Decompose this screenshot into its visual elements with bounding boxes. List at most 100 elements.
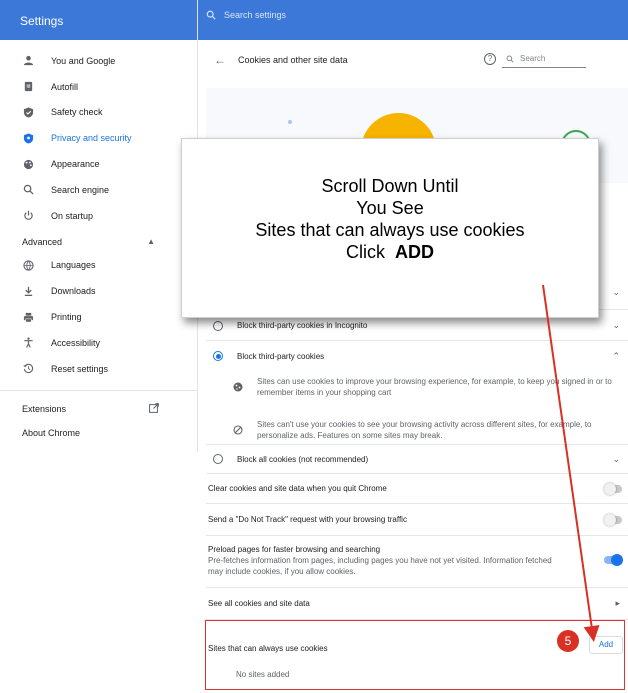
sidebar-item-extensions[interactable]: Extensions — [0, 397, 197, 421]
callout-line-4: Click ADD — [182, 241, 598, 263]
settings-search-placeholder: Search settings — [224, 10, 287, 20]
sidebar-item-label: Search engine — [51, 184, 110, 195]
sidebar-item-about-chrome[interactable]: About Chrome — [0, 421, 197, 445]
history-icon — [22, 363, 34, 375]
see-all-cookies-row[interactable]: See all cookies and site data ▸ — [206, 588, 628, 620]
back-arrow-icon[interactable]: ← — [214, 53, 226, 67]
sidebar-item-safety-check[interactable]: Safety check — [0, 100, 197, 126]
block-third-party-label: Block third-party cookies — [237, 351, 325, 361]
power-icon — [22, 210, 34, 222]
add-button[interactable]: Add — [589, 636, 623, 654]
allow-cookies-text: Sites can use cookies to improve your br… — [257, 377, 612, 397]
sidebar-item-label: Languages — [51, 260, 96, 271]
block-cookies-text: Sites can't use your cookies to see your… — [257, 420, 592, 440]
download-icon — [22, 285, 34, 297]
search-icon — [206, 10, 216, 20]
block-all-row[interactable]: Block all cookies (not recommended) ⌄ — [206, 444, 628, 474]
preload-row[interactable]: Preload pages for faster browsing and se… — [206, 536, 628, 588]
shield-check-icon — [22, 106, 34, 118]
cookie-icon — [233, 382, 243, 398]
callout-line-2: You See — [356, 198, 424, 218]
preload-title: Preload pages for faster browsing and se… — [208, 545, 381, 554]
sidebar-item-search-engine[interactable]: Search engine — [0, 177, 197, 203]
sidebar-item-appearance[interactable]: Appearance — [0, 151, 197, 177]
page-search-input[interactable]: Search — [502, 50, 586, 68]
settings-topbar: Search settings — [198, 0, 628, 40]
settings-sidebar: Settings You and Google Autofill Safety … — [0, 0, 198, 452]
sidebar-item-label: Privacy and security — [51, 133, 132, 144]
page-title: Cookies and other site data — [238, 55, 348, 65]
sidebar-item-label: Accessibility — [51, 337, 101, 348]
printer-icon — [22, 311, 34, 323]
preload-description: Pre-fetches information from pages, incl… — [208, 556, 552, 576]
sidebar-item-autofill[interactable]: Autofill — [0, 74, 197, 100]
block-third-party-radio[interactable] — [213, 351, 223, 361]
sidebar-item-downloads[interactable]: Downloads — [0, 278, 197, 304]
sidebar-item-printing[interactable]: Printing — [0, 304, 197, 330]
chevron-up-icon: ⌃ — [612, 350, 620, 361]
shield-icon — [22, 132, 34, 144]
callout-click-text: Click — [345, 242, 385, 262]
chevron-right-icon: ▸ — [615, 598, 620, 608]
clipboard-icon — [22, 81, 34, 93]
sidebar-item-accessibility[interactable]: Accessibility — [0, 330, 197, 356]
callout-add-text: ADD — [395, 242, 434, 262]
chevron-down-icon: ⌄ — [612, 287, 620, 297]
page-search-placeholder: Search — [520, 54, 546, 63]
block-incognito-label: Block third-party cookies in Incognito — [237, 321, 368, 330]
sidebar-divider — [0, 389, 197, 391]
search-icon — [22, 184, 34, 196]
sidebar-item-you-and-google[interactable]: You and Google — [0, 48, 197, 74]
sidebar-item-languages[interactable]: Languages — [0, 253, 197, 279]
page-header: ← Cookies and other site data ? Search — [206, 40, 628, 80]
do-not-track-toggle[interactable] — [604, 513, 622, 526]
block-incognito-radio[interactable] — [213, 320, 223, 331]
help-icon[interactable]: ? — [484, 53, 496, 65]
preload-toggle[interactable] — [604, 554, 623, 566]
illustration-dot — [288, 120, 292, 124]
instruction-callout: Scroll Down Until You See Sites that can… — [181, 138, 599, 318]
sidebar-advanced-toggle[interactable]: Advanced ▲ — [0, 231, 197, 253]
callout-line-3: Sites that can always use cookies — [255, 220, 525, 240]
see-all-cookies-label: See all cookies and site data — [208, 599, 310, 608]
clear-on-quit-toggle[interactable] — [604, 482, 622, 495]
sidebar-item-label: On startup — [51, 210, 94, 221]
person-icon — [22, 55, 34, 67]
globe-icon — [22, 259, 34, 271]
block-third-party-row[interactable]: Block third-party cookies ⌃ — [206, 341, 628, 371]
sidebar-item-label: Printing — [51, 312, 82, 323]
block-all-label: Block all cookies (not recommended) — [237, 454, 369, 464]
do-not-track-label: Send a "Do Not Track" request with your … — [208, 515, 407, 524]
sidebar-item-reset-settings[interactable]: Reset settings — [0, 356, 197, 382]
sidebar-item-label: You and Google — [51, 55, 116, 66]
callout-line-1: Scroll Down Until — [321, 176, 459, 196]
extensions-label: Extensions — [22, 403, 67, 414]
blocked-icon — [233, 425, 243, 441]
sidebar-item-label: Autofill — [51, 81, 79, 92]
settings-search-box[interactable]: Search settings — [206, 10, 286, 20]
block-all-radio[interactable] — [213, 454, 223, 464]
chevron-down-icon: ⌄ — [612, 453, 620, 464]
sidebar-item-label: Downloads — [51, 286, 96, 297]
sidebar-item-privacy-and-security[interactable]: Privacy and security — [0, 125, 197, 151]
screenshot-root: Settings You and Google Autofill Safety … — [0, 0, 628, 693]
sidebar-title: Settings — [0, 0, 197, 40]
chevron-up-icon: ▲ — [147, 237, 155, 247]
do-not-track-row[interactable]: Send a "Do Not Track" request with your … — [206, 504, 628, 536]
block-cookies-description: Sites can't use your cookies to see your… — [233, 419, 628, 441]
palette-icon — [22, 158, 34, 170]
search-icon — [506, 55, 514, 63]
sidebar-item-label: Reset settings — [51, 363, 109, 374]
allow-cookies-description: Sites can use cookies to improve your br… — [233, 376, 628, 398]
sidebar-item-label: Safety check — [51, 107, 103, 118]
sidebar-item-label: Appearance — [51, 159, 100, 170]
accessibility-icon — [22, 337, 34, 349]
chevron-down-icon: ⌄ — [612, 320, 620, 330]
clear-on-quit-label: Clear cookies and site data when you qui… — [208, 484, 387, 493]
external-link-icon — [149, 402, 159, 415]
step-number-badge: 5 — [557, 630, 579, 652]
clear-on-quit-row[interactable]: Clear cookies and site data when you qui… — [206, 474, 628, 504]
preload-text-block: Preload pages for faster browsing and se… — [208, 544, 568, 577]
advanced-label: Advanced — [22, 236, 63, 247]
sidebar-item-on-startup[interactable]: On startup — [0, 203, 197, 229]
